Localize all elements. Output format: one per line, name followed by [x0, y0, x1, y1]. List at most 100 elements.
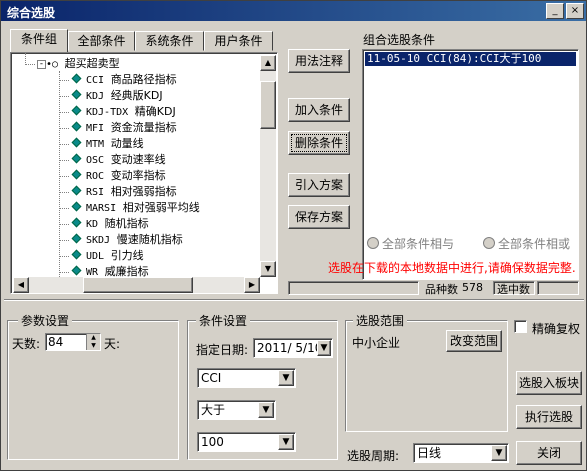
- collapse-icon[interactable]: -: [37, 60, 46, 69]
- close-icon[interactable]: ×: [566, 3, 584, 19]
- tree-item[interactable]: MARSI 相对强弱平均线: [59, 200, 200, 216]
- chevron-down-icon[interactable]: ▼: [278, 434, 294, 450]
- tree-item-name: 资金流量指标: [110, 121, 177, 134]
- tree-item-code: MTM: [86, 139, 105, 150]
- divider: [4, 299, 584, 301]
- tree-connector: [59, 176, 69, 177]
- combo-panel-title: 组合选股条件: [363, 33, 436, 47]
- tree-item[interactable]: RSI 相对强弱指标: [59, 184, 177, 200]
- progress-bar: [288, 281, 419, 295]
- list-item[interactable]: 11-05-10 CCI(84):CCI大于100: [365, 52, 576, 66]
- run-selection-button[interactable]: 执行选股: [516, 405, 582, 429]
- spinner-arrows-icon[interactable]: ▲ ▼: [86, 334, 100, 350]
- indicator-icon: [71, 153, 82, 164]
- scroll-left-icon[interactable]: ◀: [13, 277, 29, 293]
- tab-all-conditions[interactable]: 全部条件: [68, 31, 135, 51]
- tab-system-conditions[interactable]: 系统条件: [135, 31, 204, 51]
- window: 综合选股 _ × 条件组 全部条件 系统条件 用户条件 - •○ 超买超卖型 CC…: [0, 0, 587, 471]
- tree-item-code: CCI: [86, 75, 105, 86]
- tab-condition-group[interactable]: 条件组: [10, 29, 68, 52]
- minimize-button[interactable]: _: [546, 3, 564, 19]
- tree-item[interactable]: MTM 动量线: [59, 136, 144, 152]
- date-picker[interactable]: 2011/ 5/10 ▼: [253, 338, 333, 358]
- tree-item-code: OSC: [86, 155, 105, 166]
- tree-horizontal-scrollbar[interactable]: ◀ ▶: [13, 277, 260, 293]
- tree-item[interactable]: KD 随机指标: [59, 216, 149, 232]
- tree-connector: [59, 96, 69, 97]
- import-plan-button[interactable]: 引入方案: [288, 173, 350, 197]
- precise-adjust-checkbox[interactable]: [514, 320, 527, 333]
- tree-connector: [59, 224, 69, 225]
- save-plan-button[interactable]: 保存方案: [288, 205, 350, 229]
- indicator-icon: [71, 89, 82, 100]
- threshold-select[interactable]: 100 ▼: [197, 432, 296, 452]
- scroll-thumb[interactable]: [83, 277, 193, 293]
- add-to-block-button[interactable]: 选股入板块: [516, 371, 582, 395]
- condition-tree[interactable]: - •○ 超买超卖型 CCI 商品路径指标 KDJ 经典版KDJ KDJ-TDX 精确…: [10, 52, 278, 294]
- scroll-down-icon[interactable]: ▼: [260, 261, 276, 277]
- tree-item-name: 相对强弱指标: [110, 185, 177, 198]
- params-title: 参数设置: [18, 312, 73, 329]
- chevron-down-icon[interactable]: ▼: [317, 340, 331, 356]
- tab-user-conditions[interactable]: 用户条件: [204, 31, 273, 51]
- delete-condition-button[interactable]: 删除条件: [288, 131, 350, 155]
- data-warning-text: 选股在下载的本地数据中进行,请确保数据完整.: [328, 261, 576, 275]
- radio-all-and[interactable]: [367, 237, 379, 249]
- period-label: 选股周期:: [347, 449, 400, 463]
- chevron-down-icon[interactable]: ▼: [491, 445, 507, 461]
- tree-item-code: SKDJ: [86, 235, 111, 246]
- indicator-icon: [71, 185, 82, 196]
- tree-item[interactable]: SKDJ 慢速随机指标: [59, 232, 183, 248]
- scope-value: 中小企业: [352, 336, 401, 350]
- scroll-up-icon[interactable]: ▲: [260, 55, 276, 71]
- date-value: 2011/ 5/10: [257, 341, 323, 355]
- tree-item[interactable]: MFI 资金流量指标: [59, 120, 177, 136]
- tree-connector: [59, 144, 69, 145]
- indicator-icon: [71, 121, 82, 132]
- tree-connector: [59, 208, 69, 209]
- precise-adjust-label: 精确复权: [532, 322, 581, 336]
- window-title: 综合选股: [7, 6, 56, 20]
- chevron-down-icon[interactable]: ▼: [258, 402, 274, 418]
- indicator-value: CCI: [201, 371, 222, 385]
- tree-item[interactable]: KDJ-TDX 精确KDJ: [59, 104, 176, 120]
- days-label: 天数:: [12, 337, 41, 351]
- tree-item-name: 精确KDJ: [134, 105, 176, 118]
- tree-connector: [59, 80, 69, 81]
- tree-item-name: 随机指标: [104, 217, 149, 230]
- tree-item-code: KD: [86, 219, 99, 230]
- operator-select[interactable]: 大于 ▼: [197, 400, 276, 420]
- tree-item-code: ROC: [86, 171, 105, 182]
- threshold-value: 100: [201, 435, 224, 449]
- indicator-icon: [71, 217, 82, 228]
- tree-connector: [59, 192, 69, 193]
- tree-item[interactable]: OSC 变动速率线: [59, 152, 166, 168]
- days-spinner[interactable]: 84 ▲ ▼: [45, 333, 101, 351]
- add-condition-button[interactable]: 加入条件: [288, 98, 350, 122]
- period-value: 日线: [417, 446, 442, 460]
- radio-all-or[interactable]: [483, 237, 495, 249]
- usage-notes-button[interactable]: 用法注释: [288, 49, 350, 73]
- days-unit: 天:: [104, 337, 121, 351]
- tree-group-item[interactable]: - •○ 超买超卖型: [37, 56, 120, 72]
- days-value: 84: [48, 335, 64, 349]
- tree-item[interactable]: ROC 变动率指标: [59, 168, 166, 184]
- chevron-down-icon[interactable]: ▼: [278, 370, 294, 386]
- tree-vertical-scrollbar[interactable]: ▲ ▼: [260, 55, 276, 277]
- tree-item-name: 引力线: [110, 249, 144, 262]
- period-select[interactable]: 日线 ▼: [413, 443, 509, 463]
- tree-connector: [59, 112, 69, 113]
- tree-item-code: RSI: [86, 187, 105, 198]
- selected-label: 选中数: [497, 283, 530, 296]
- date-label: 指定日期:: [196, 343, 249, 357]
- tree-item[interactable]: UDL 引力线: [59, 248, 144, 264]
- close-button[interactable]: 关闭: [516, 441, 582, 465]
- scroll-right-icon[interactable]: ▶: [244, 277, 260, 293]
- tree-item[interactable]: CCI 商品路径指标: [59, 72, 177, 88]
- indicator-select[interactable]: CCI ▼: [197, 368, 296, 388]
- operator-value: 大于: [201, 403, 226, 417]
- indicator-icon: [71, 201, 82, 212]
- change-scope-button[interactable]: 改变范围: [446, 330, 502, 352]
- tree-item[interactable]: KDJ 经典版KDJ: [59, 88, 163, 104]
- scroll-thumb[interactable]: [260, 81, 276, 129]
